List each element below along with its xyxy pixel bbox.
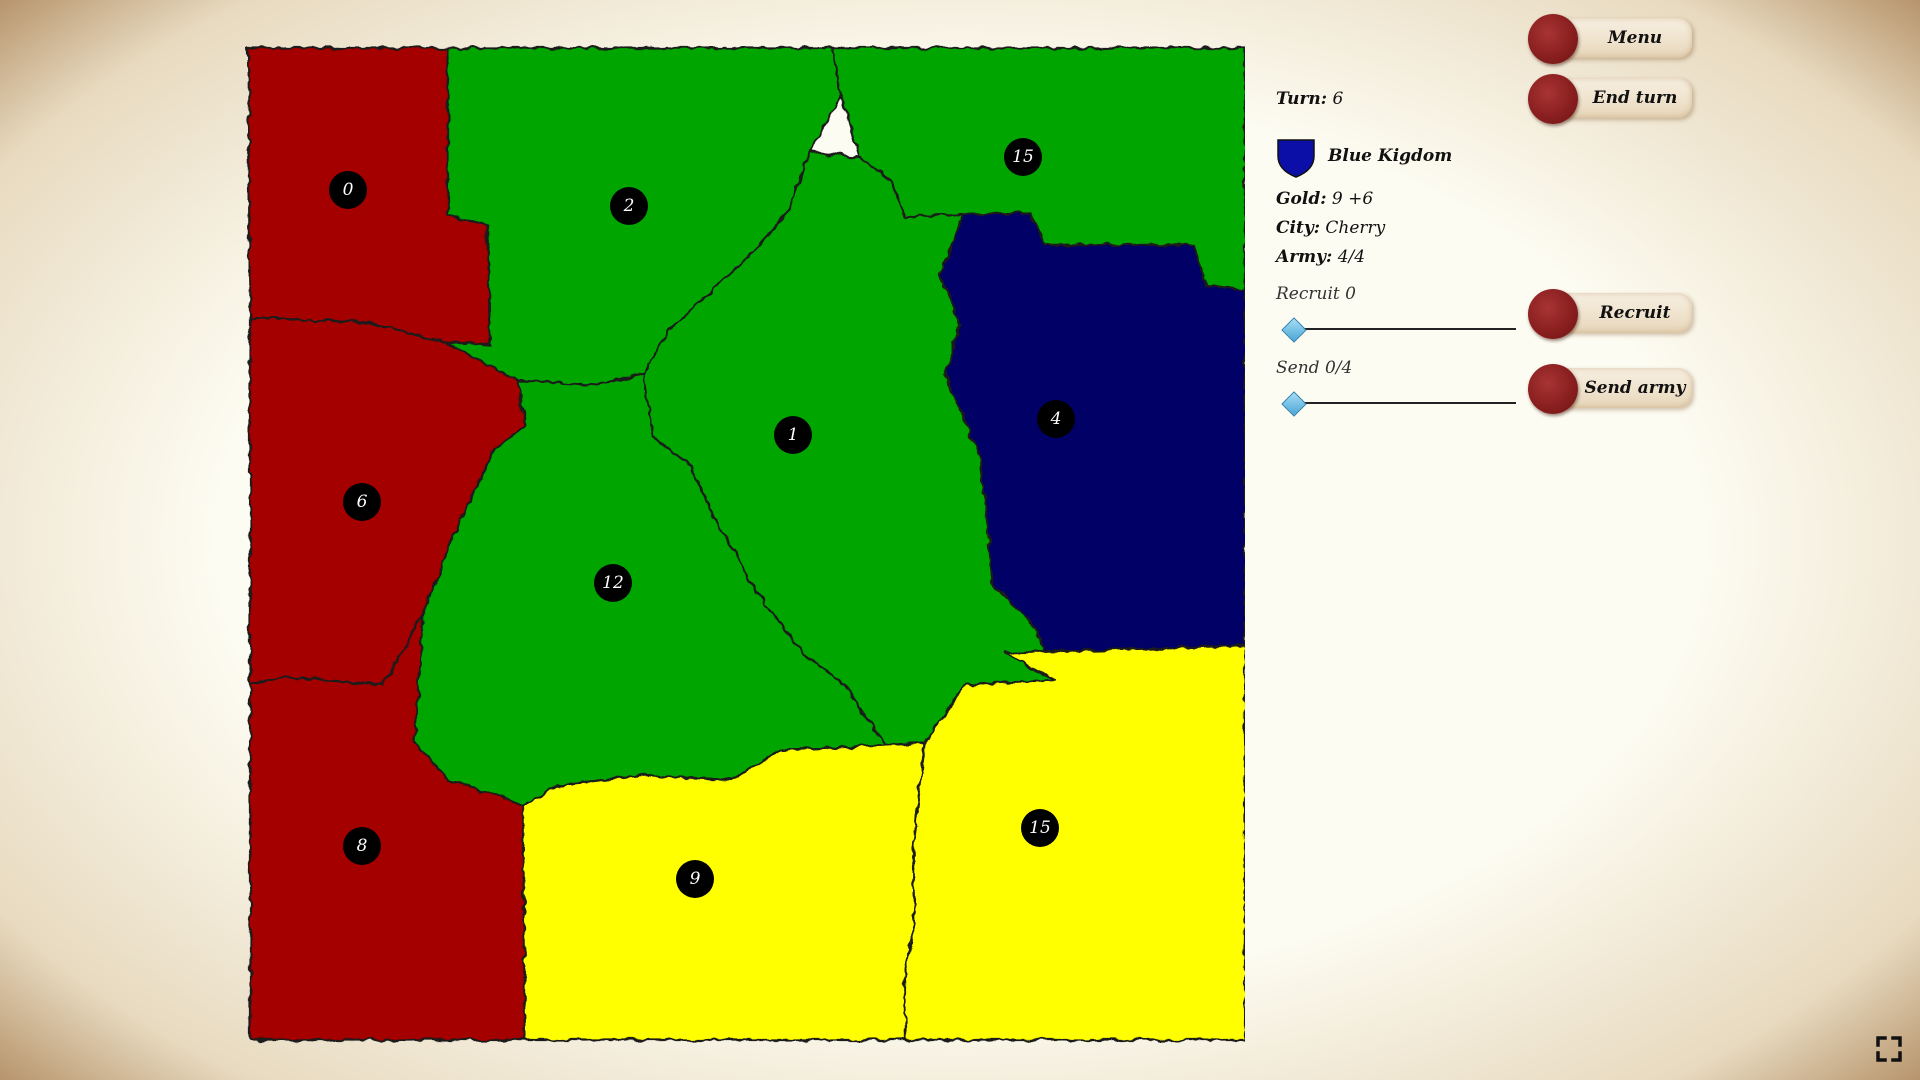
army-count: 4 — [1050, 409, 1062, 429]
army-badge-t-green-3: 1 — [774, 416, 812, 454]
army-count: 8 — [357, 836, 368, 856]
recruit-slider-track[interactable] — [1288, 328, 1516, 330]
menu-button[interactable]: Menu — [1526, 14, 1698, 64]
recruit-button[interactable]: Recruit — [1526, 289, 1698, 339]
army-info: Army: 4/4 — [1276, 247, 1365, 267]
army-badge-t-red-1: 0 — [329, 171, 367, 209]
army-label: Army: — [1276, 247, 1333, 267]
wax-seal-icon — [1528, 74, 1578, 124]
game-map: 0 6 8 2 15 1 12 4 9 15 — [245, 45, 1245, 1045]
recruit-button-label: Recruit — [1599, 303, 1671, 323]
fullscreen-icon[interactable] — [1876, 1036, 1902, 1062]
end-turn-button-label: End turn — [1592, 88, 1678, 108]
army-value: 4/4 — [1337, 247, 1366, 267]
army-badge-t-red-3: 8 — [343, 827, 381, 865]
wax-seal-icon — [1528, 364, 1578, 414]
menu-button-label: Menu — [1607, 28, 1663, 48]
city-label: City: — [1276, 218, 1320, 238]
army-count: 2 — [623, 196, 635, 216]
recruit-slider-thumb[interactable] — [1281, 317, 1307, 343]
army-count: 6 — [357, 492, 368, 512]
army-count: 0 — [343, 180, 354, 200]
wax-seal-icon — [1528, 289, 1578, 339]
city-value: Cherry — [1325, 218, 1386, 238]
territory-yellow-southwest[interactable] — [521, 741, 927, 1042]
army-count: 15 — [1029, 818, 1051, 838]
kingdom-name: Blue Kigdom — [1328, 146, 1453, 166]
send-slider-track[interactable] — [1288, 402, 1516, 404]
recruit-slider-label: Recruit 0 — [1276, 284, 1356, 304]
army-badge-t-blue-1: 4 — [1037, 400, 1075, 438]
turn-value: 6 — [1332, 89, 1344, 109]
gold-info: Gold: 9 +6 — [1276, 189, 1373, 209]
army-badge-t-yellow-1: 9 — [676, 860, 714, 898]
send-slider-label: Send 0/4 — [1276, 358, 1353, 378]
send-army-button-label: Send army — [1584, 378, 1686, 398]
army-count: 9 — [690, 869, 701, 889]
army-badge-t-yellow-2: 15 — [1021, 809, 1059, 847]
army-badge-t-red-2: 6 — [343, 483, 381, 521]
shield-icon — [1277, 139, 1315, 178]
army-badge-t-green-2: 15 — [1004, 138, 1042, 176]
army-count: 1 — [788, 425, 799, 445]
wax-seal-icon — [1528, 14, 1578, 64]
gold-value: 9 +6 — [1331, 189, 1374, 209]
end-turn-button[interactable]: End turn — [1526, 74, 1698, 124]
army-badge-t-green-1: 2 — [610, 187, 648, 225]
map-svg: 0 6 8 2 15 1 12 4 9 15 — [246, 46, 1245, 1042]
send-army-button[interactable]: Send army — [1526, 364, 1698, 414]
army-count: 12 — [602, 573, 624, 593]
army-count: 15 — [1012, 147, 1034, 167]
gold-label: Gold: — [1276, 189, 1327, 209]
army-badge-t-green-4: 12 — [594, 564, 632, 602]
turn-label: Turn: — [1276, 89, 1328, 109]
city-info: City: Cherry — [1276, 218, 1385, 238]
territory-yellow-southeast[interactable] — [903, 643, 1245, 1042]
send-slider-thumb[interactable] — [1281, 391, 1307, 417]
turn-info: Turn: 6 — [1276, 89, 1343, 109]
